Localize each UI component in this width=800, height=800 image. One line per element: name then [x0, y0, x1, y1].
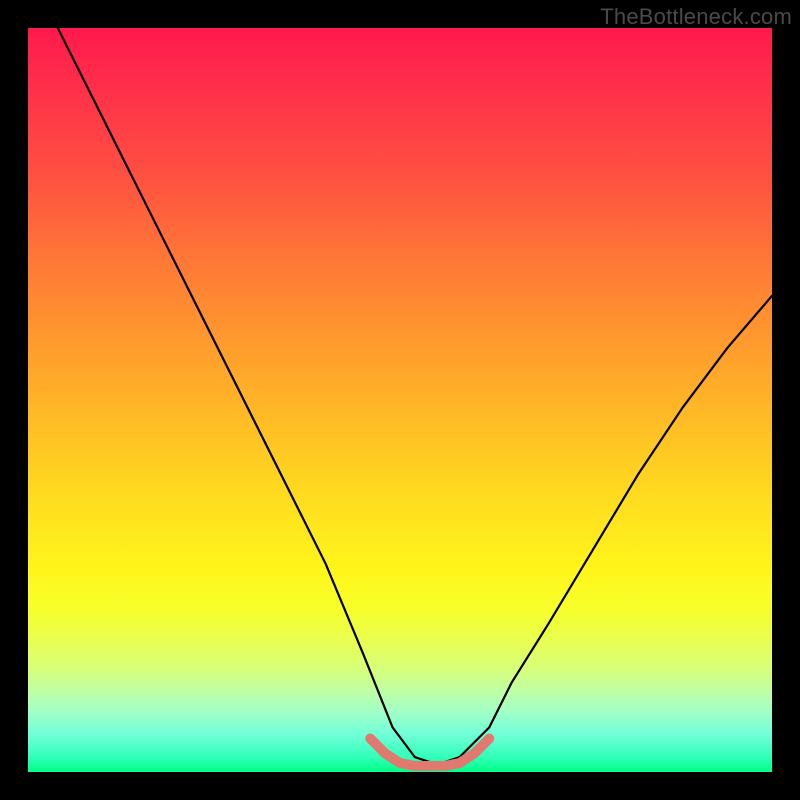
curve-svg	[28, 28, 772, 772]
chart-frame: TheBottleneck.com	[0, 0, 800, 800]
sweet-spot-band	[370, 739, 489, 767]
bottleneck-curve	[58, 28, 772, 765]
plot-area	[28, 28, 772, 772]
watermark-text: TheBottleneck.com	[600, 4, 792, 30]
